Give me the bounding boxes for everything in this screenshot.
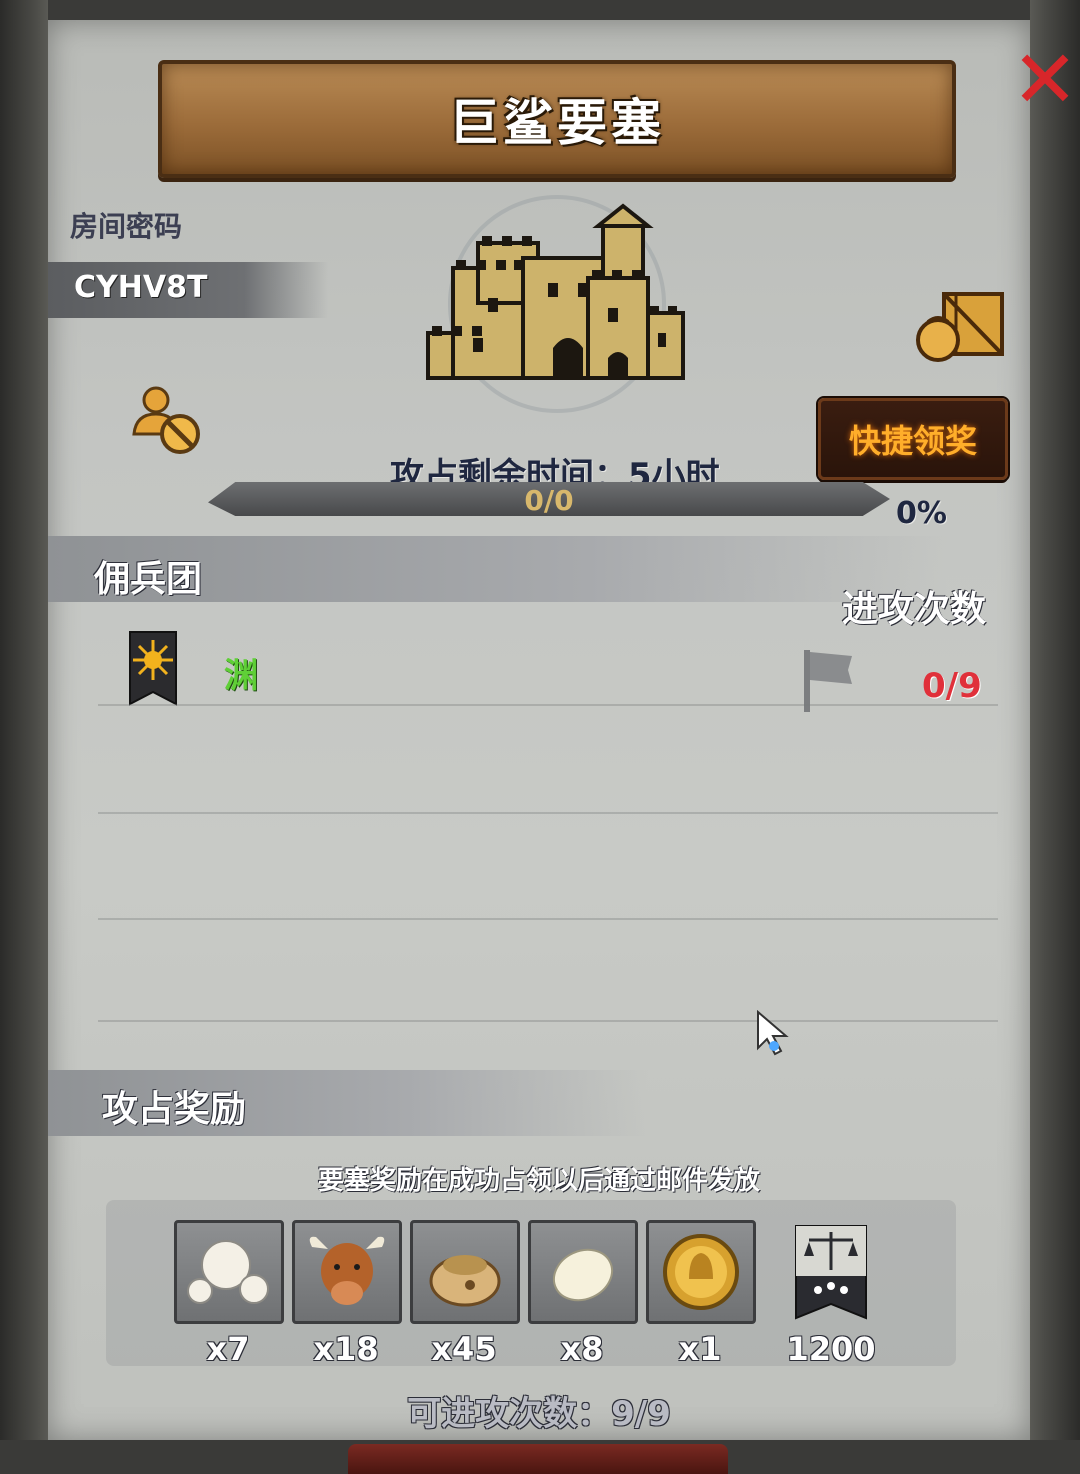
mercenary-attack-count: 0/9 (922, 666, 982, 706)
bottom-action-button[interactable] (348, 1444, 728, 1474)
reward-count: x45 (431, 1330, 497, 1368)
reward-count: x8 (560, 1330, 604, 1368)
user-blocked-icon[interactable] (128, 380, 208, 460)
reward-note: 要塞奖励在成功占领以后通过邮件发放 (317, 1166, 760, 1196)
available-attacks: 可进攻次数：9/9 (407, 1394, 671, 1434)
window-frame-right (1030, 0, 1080, 1440)
loot-crate-icon[interactable] (914, 288, 1006, 364)
row-divider (98, 1020, 998, 1022)
fortress-panel: 巨鲨要塞 房间密码 CYHV8T 快捷领奖 攻占剩余时间：5小时 0/0 0% … (48, 20, 1030, 1474)
window-title: 巨鲨要塞 (449, 94, 665, 152)
window-frame-left (0, 0, 48, 1440)
mercenary-name[interactable]: 渊 (224, 648, 258, 697)
reward-item[interactable]: x8 (528, 1220, 638, 1368)
reward-points-value: 1200 (786, 1330, 876, 1368)
attack-count-header: 进攻次数 (842, 589, 987, 630)
reward-points-item[interactable]: 1200 (776, 1224, 886, 1368)
reward-section-title: 攻占奖励 (102, 1089, 247, 1130)
row-divider (98, 918, 998, 920)
pearls-icon (187, 1240, 269, 1304)
reward-item[interactable]: x18 (292, 1220, 402, 1368)
close-icon[interactable]: ✕ (1010, 40, 1080, 120)
reward-count: x1 (678, 1330, 722, 1368)
room-code-label: 房间密码 (70, 210, 183, 243)
row-divider (98, 704, 998, 706)
title-banner: 巨鲨要塞 (158, 60, 956, 178)
room-code-value: CYHV8T (74, 270, 208, 305)
row-divider (98, 812, 998, 814)
scales-banner-icon (795, 1225, 867, 1320)
gold-medal-icon (663, 1234, 739, 1310)
reward-item[interactable]: x7 (174, 1220, 284, 1368)
sack-icon (429, 1255, 501, 1307)
reward-item[interactable]: x1 (646, 1220, 756, 1368)
reward-item[interactable]: x45 (410, 1220, 520, 1368)
egg-icon (552, 1248, 614, 1302)
mercenary-banner-icon (128, 630, 178, 706)
castle-icon (418, 198, 698, 398)
reward-count: x7 (206, 1330, 250, 1368)
mercenary-section-title: 佣兵团 (94, 559, 203, 600)
reward-count: x18 (313, 1330, 379, 1368)
ox-icon (309, 1236, 385, 1305)
mouse-cursor-icon (754, 1009, 794, 1060)
capture-progress-percent: 0% (896, 496, 947, 531)
quick-claim-button[interactable]: 快捷领奖 (818, 398, 1008, 480)
capture-progress-text: 0/0 (524, 484, 574, 517)
